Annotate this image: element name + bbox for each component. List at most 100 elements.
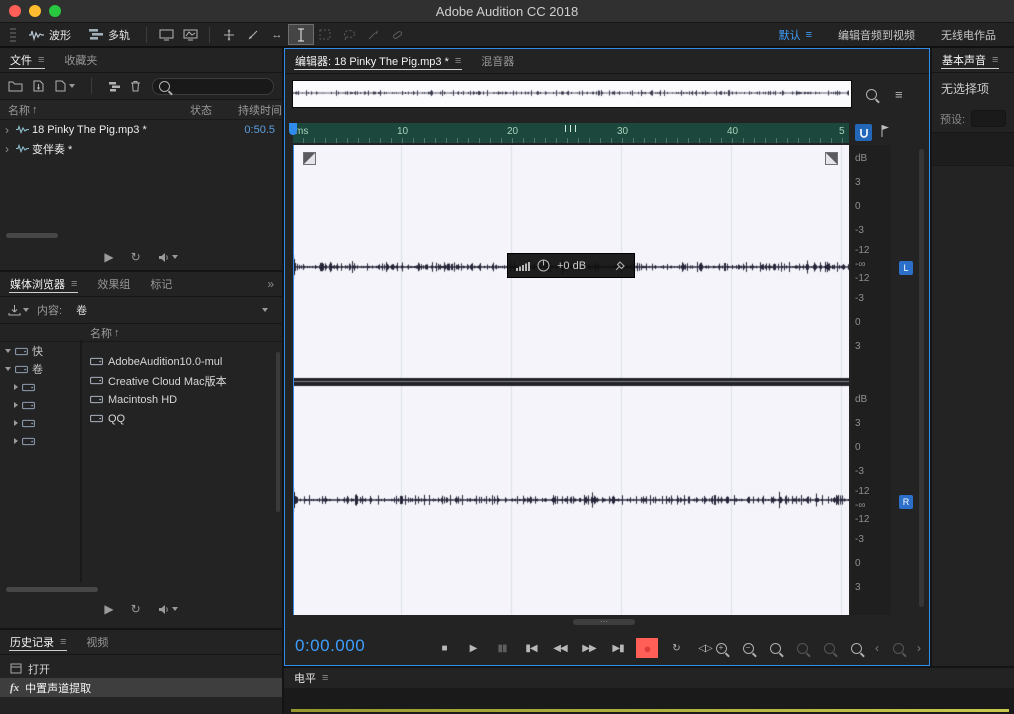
- expander-icon[interactable]: ›: [5, 124, 16, 136]
- play-button[interactable]: ▶: [462, 638, 484, 658]
- media-item[interactable]: AdobeAudition10.0-mul: [82, 352, 282, 371]
- auto-scroll-zoom-button[interactable]: [848, 639, 864, 657]
- record-button[interactable]: ●: [636, 638, 658, 658]
- lasso-selection-tool-button[interactable]: [337, 25, 361, 44]
- speaker-button[interactable]: [158, 252, 178, 263]
- tab-effects-rack[interactable]: 效果组: [87, 272, 140, 296]
- volume-tree-item[interactable]: [0, 378, 80, 396]
- tab-video[interactable]: 视频: [76, 630, 118, 654]
- timeline-ruler[interactable]: ms 10 20 30 40 5: [293, 123, 849, 143]
- loop-preview-button[interactable]: ↻: [131, 602, 141, 616]
- panel-menu-icon[interactable]: ≡: [992, 54, 998, 66]
- collapsed-icon[interactable]: [14, 402, 18, 408]
- horizontal-scrollbar[interactable]: ⋯: [573, 618, 635, 626]
- display-settings-button[interactable]: ≡: [895, 87, 903, 102]
- zoom-selection-button[interactable]: [821, 639, 837, 657]
- tab-files[interactable]: 文件 ≡: [0, 48, 54, 72]
- expanded-icon[interactable]: [5, 367, 11, 371]
- snap-toggle-button[interactable]: [855, 124, 872, 141]
- db-scale[interactable]: dB 3 0 -3 -12 -∞ -12 -3 0 3 dB 3 0 -3 -12 -∞ -12 -3 0 3: [851, 145, 891, 615]
- import-media-button[interactable]: [8, 304, 29, 316]
- content-dropdown[interactable]: 卷: [70, 301, 274, 319]
- insert-into-multitrack-button[interactable]: [108, 81, 121, 92]
- workspace-edit-audio-to-video[interactable]: 编辑音频到视频: [838, 27, 915, 43]
- stop-button[interactable]: ■: [433, 638, 455, 658]
- expander-icon[interactable]: ›: [5, 143, 16, 155]
- gain-knob-icon[interactable]: [537, 259, 550, 272]
- vertical-scrollbar[interactable]: [919, 149, 924, 607]
- column-name[interactable]: 名称 ↑: [0, 102, 190, 118]
- add-marker-button[interactable]: [880, 124, 890, 138]
- panel-menu-icon[interactable]: ≡: [60, 636, 66, 648]
- panel-menu-icon[interactable]: ≡: [455, 55, 461, 67]
- workspace-radio-production[interactable]: 无线电作品: [941, 27, 996, 43]
- zoom-out-full-button[interactable]: [794, 639, 810, 657]
- file-row[interactable]: › 变伴奏 *: [0, 139, 282, 158]
- collapsed-icon[interactable]: [14, 420, 18, 426]
- media-item[interactable]: Macintosh HD: [82, 390, 282, 409]
- pin-icon[interactable]: [615, 260, 626, 271]
- time-selection-tool-button[interactable]: [288, 24, 314, 45]
- vertical-scrollbar[interactable]: [276, 352, 280, 512]
- multitrack-view-button[interactable]: 多轨: [80, 22, 139, 47]
- channel-left-badge[interactable]: L: [899, 261, 913, 275]
- slip-tool-button[interactable]: ↔: [265, 25, 289, 44]
- history-item-center-channel-extract[interactable]: fx 中置声道提取: [0, 678, 282, 697]
- spot-healing-brush-tool-button[interactable]: [385, 25, 409, 44]
- open-file-button[interactable]: [8, 80, 23, 92]
- panel-menu-icon[interactable]: ≡: [322, 672, 328, 684]
- tab-media-browser[interactable]: 媒体浏览器 ≡: [0, 272, 87, 296]
- files-column-headers[interactable]: 名称 ↑ 状态 持续时间: [0, 100, 282, 120]
- volume-tree-item[interactable]: [0, 414, 80, 432]
- delete-button[interactable]: [130, 80, 141, 92]
- horizontal-scrollbar[interactable]: [6, 587, 98, 592]
- waveform-display[interactable]: [293, 145, 849, 615]
- fast-forward-button[interactable]: ▶▶: [578, 638, 600, 658]
- preview-play-button[interactable]: ▶: [104, 602, 113, 616]
- go-to-end-button[interactable]: ▶▮: [607, 638, 629, 658]
- spectral-display-button[interactable]: [178, 25, 202, 44]
- media-item[interactable]: QQ: [82, 409, 282, 428]
- speaker-button[interactable]: [158, 604, 178, 615]
- preview-play-button[interactable]: ▶: [104, 250, 113, 264]
- loop-playback-button[interactable]: ↻: [665, 638, 687, 658]
- zoom-in-selection-button[interactable]: [767, 639, 783, 657]
- fade-in-handle[interactable]: [303, 152, 316, 165]
- time-display[interactable]: 0:00.000: [295, 636, 365, 656]
- razor-tool-button[interactable]: [241, 25, 265, 44]
- next-zoom-button[interactable]: ›: [917, 641, 921, 655]
- go-to-start-button[interactable]: ▮◀: [520, 638, 542, 658]
- panel-menu-icon[interactable]: ≡: [38, 54, 44, 66]
- waveform-view-button[interactable]: 波形: [20, 22, 80, 47]
- zoom-navigate-button[interactable]: [863, 85, 879, 103]
- collapsed-icon[interactable]: [14, 438, 18, 444]
- volume-tree-item[interactable]: [0, 432, 80, 450]
- preset-dropdown[interactable]: [971, 110, 1006, 127]
- paintbrush-selection-tool-button[interactable]: [361, 25, 385, 44]
- tab-editor[interactable]: 编辑器: 18 Pinky The Pig.mp3 * ≡: [285, 49, 471, 73]
- shortcut-quick-access[interactable]: 快: [0, 342, 80, 360]
- new-item-button[interactable]: [54, 80, 75, 92]
- tab-overflow-icon[interactable]: »: [259, 277, 282, 291]
- import-file-button[interactable]: [32, 80, 45, 92]
- tab-favorites[interactable]: 收藏夹: [54, 48, 107, 72]
- video-display-button[interactable]: [154, 25, 178, 44]
- previous-zoom-button[interactable]: ‹: [875, 641, 879, 655]
- magnify-button[interactable]: [890, 639, 906, 657]
- volume-tree-item[interactable]: [0, 396, 80, 414]
- workspace-default[interactable]: 默认 ≡: [779, 27, 812, 43]
- fade-out-handle[interactable]: [825, 152, 838, 165]
- overview-strip[interactable]: [292, 80, 852, 108]
- channel-right-badge[interactable]: R: [899, 495, 913, 509]
- zoom-in-button[interactable]: [713, 639, 729, 657]
- file-row[interactable]: › 18 Pinky The Pig.mp3 * 0:50.5: [0, 120, 282, 139]
- playhead-handle[interactable]: [289, 123, 297, 135]
- history-item-open[interactable]: 打开: [0, 659, 282, 678]
- pause-button[interactable]: ▮▮: [491, 638, 513, 658]
- tab-mixer[interactable]: 混音器: [471, 49, 524, 73]
- tab-essential-sound[interactable]: 基本声音 ≡: [932, 48, 1008, 72]
- tab-history[interactable]: 历史记录 ≡: [0, 630, 76, 654]
- rewind-button[interactable]: ◀◀: [549, 638, 571, 658]
- move-tool-button[interactable]: [217, 25, 241, 44]
- column-status[interactable]: 状态: [190, 102, 238, 118]
